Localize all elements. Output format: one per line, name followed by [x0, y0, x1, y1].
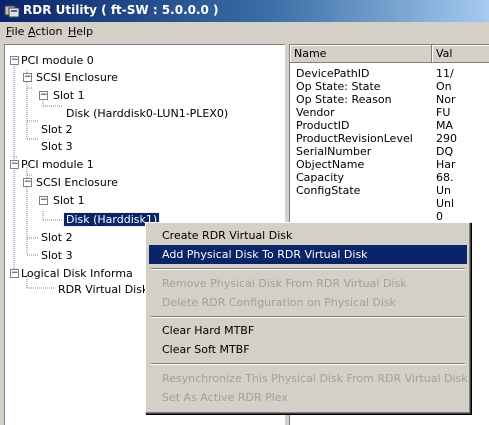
- collapse-icon[interactable]: −: [10, 56, 19, 65]
- column-header-value[interactable]: Val: [432, 45, 489, 63]
- property-value: On: [436, 80, 452, 93]
- property-value: 290: [436, 132, 457, 145]
- collapse-icon[interactable]: −: [10, 160, 19, 169]
- window-title: RDR Utility ( ft-SW : 5.0.0.0 ): [23, 3, 219, 17]
- property-value: Unl: [436, 197, 455, 210]
- tree-node-slot-3-1[interactable]: Slot 3: [39, 247, 75, 265]
- property-value: Un: [436, 184, 452, 197]
- tree-node-slot-2-1[interactable]: Slot 2: [39, 229, 75, 247]
- property-name: Capacity: [296, 171, 345, 184]
- property-value: 11/: [436, 67, 454, 80]
- property-value: DQ: [436, 145, 454, 158]
- tree-node-slot-1-1[interactable]: Slot 1: [51, 192, 87, 210]
- property-name: Vendor: [296, 106, 335, 119]
- tree-node-disk-harddisk0[interactable]: Disk (Harddisk0-LUN1-PLEX0): [64, 105, 230, 123]
- title-bar[interactable]: RDR Utility ( ft-SW : 5.0.0.0 ): [0, 0, 489, 22]
- collapse-icon[interactable]: −: [39, 196, 48, 205]
- menu-separator: [151, 316, 465, 318]
- property-name: Op State: Reason: [296, 93, 392, 106]
- menu-item-create-rdr-virtual-disk[interactable]: Create RDR Virtual Disk: [149, 226, 467, 245]
- property-name: DevicePathID: [296, 67, 370, 80]
- collapse-icon[interactable]: −: [39, 91, 48, 100]
- menu-separator: [151, 363, 465, 365]
- property-value: 68.: [436, 171, 454, 184]
- menu-file[interactable]: File: [6, 25, 24, 38]
- menu-item-set-active-rdr-plex[interactable]: Set As Active RDR Plex: [149, 388, 467, 407]
- menu-bar: File Action Help: [0, 22, 489, 42]
- property-name: ProductRevisionLevel: [296, 132, 413, 145]
- tree-node-pci-module-1[interactable]: PCI module 1: [19, 156, 96, 174]
- menu-item-resynchronize[interactable]: Resynchronize This Physical Disk From RD…: [149, 369, 468, 388]
- menu-action[interactable]: Action: [28, 25, 62, 38]
- property-name: [296, 197, 428, 210]
- property-value: Har: [436, 158, 456, 171]
- collapse-icon[interactable]: −: [23, 73, 32, 82]
- menu-item-delete-rdr-configuration[interactable]: Delete RDR Configuration on Physical Dis…: [149, 293, 467, 312]
- disk-context-menu: Create RDR Virtual Disk Add Physical Dis…: [145, 222, 471, 414]
- property-value: FU: [436, 106, 451, 119]
- tree-node-scsi-enclosure-0[interactable]: SCSI Enclosure: [34, 69, 120, 87]
- menu-item-add-physical-disk[interactable]: Add Physical Disk To RDR Virtual Disk: [149, 245, 467, 264]
- menu-item-remove-physical-disk[interactable]: Remove Physical Disk From RDR Virtual Di…: [149, 274, 467, 293]
- tree-node-slot-1-0[interactable]: Slot 1: [51, 87, 87, 105]
- property-value: MA: [436, 119, 454, 132]
- collapse-icon[interactable]: −: [10, 269, 19, 278]
- menu-separator: [151, 268, 465, 270]
- app-icon: [4, 5, 20, 18]
- collapse-icon[interactable]: −: [23, 178, 32, 187]
- menu-item-clear-hard-mtbf[interactable]: Clear Hard MTBF: [149, 321, 467, 340]
- tree-node-slot-2-0[interactable]: Slot 2: [39, 121, 75, 139]
- column-header-name[interactable]: Name: [290, 45, 432, 63]
- rdr-utility-window: RDR Utility ( ft-SW : 5.0.0.0 ) File Act…: [0, 0, 489, 425]
- tree-node-pci-module-0[interactable]: PCI module 0: [19, 52, 96, 70]
- tree-node-scsi-enclosure-1[interactable]: SCSI Enclosure: [34, 174, 120, 192]
- property-name: ObjectName: [296, 158, 365, 171]
- tree-node-slot-3-0[interactable]: Slot 3: [39, 138, 75, 156]
- property-value: Nor: [436, 93, 456, 106]
- property-name: Op State: State: [296, 80, 381, 93]
- menu-item-clear-soft-mtbf[interactable]: Clear Soft MTBF: [149, 340, 467, 359]
- property-name: ConfigState: [296, 184, 361, 197]
- property-name: ProductID: [296, 119, 350, 132]
- tree-node-rdr-virtual-disk[interactable]: RDR Virtual Disk: [56, 281, 150, 299]
- property-name: SerialNumber: [296, 145, 372, 158]
- menu-help[interactable]: Help: [68, 25, 93, 38]
